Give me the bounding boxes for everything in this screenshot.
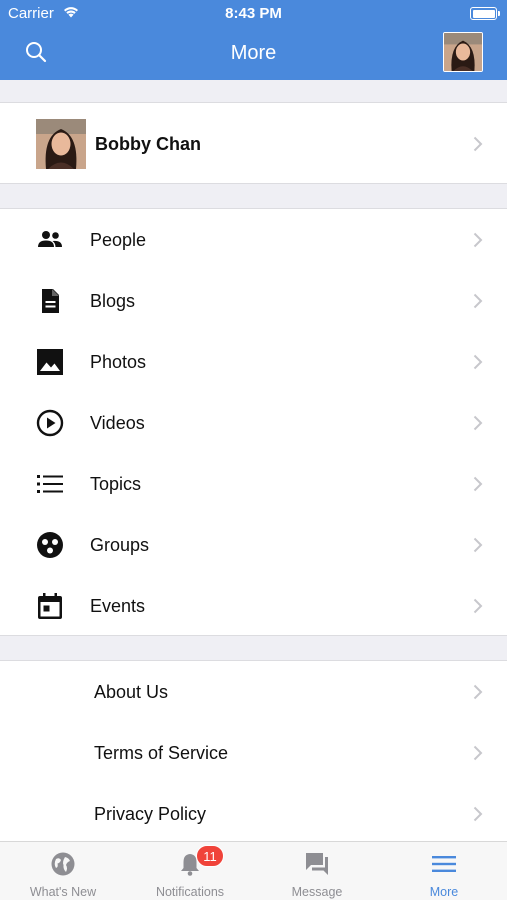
tab-label: Message	[291, 885, 343, 899]
tab-more[interactable]: More	[381, 842, 507, 900]
menu-icon	[432, 856, 456, 872]
tab-notifications[interactable]: 11 Notifications	[127, 842, 253, 900]
link-label: About Us	[94, 682, 169, 702]
menu-item-people[interactable]: People	[0, 209, 507, 270]
menu-item-photos[interactable]: Photos	[0, 331, 507, 392]
profile-name: Bobby Chan	[95, 134, 201, 154]
menu-item-label: Photos	[90, 352, 147, 372]
chat-icon	[306, 853, 328, 875]
nav-bar: More	[0, 28, 507, 80]
chevron-right-icon	[473, 598, 483, 614]
profile-avatar	[36, 119, 86, 169]
list-icon	[37, 475, 63, 493]
menu-item-label: Events	[90, 596, 146, 616]
image-icon	[37, 349, 63, 375]
link-privacy-policy[interactable]: Privacy Policy	[0, 783, 507, 844]
document-icon	[42, 289, 59, 313]
chevron-right-icon	[473, 136, 483, 152]
info-links: About Us Terms of Service Privacy Policy	[0, 660, 507, 841]
menu-item-label: Groups	[90, 535, 150, 555]
link-label: Terms of Service	[94, 743, 229, 763]
profile-avatar-image	[36, 119, 86, 169]
tab-label: Notifications	[155, 885, 225, 899]
menu-item-label: Blogs	[90, 291, 136, 311]
menu-item-events[interactable]: Events	[0, 575, 507, 636]
tab-label: More	[429, 885, 459, 899]
status-time: 8:43 PM	[225, 5, 282, 22]
page-title: More	[230, 42, 277, 64]
menu-item-topics[interactable]: Topics	[0, 453, 507, 514]
chevron-right-icon	[473, 415, 483, 431]
menu-list: People Blogs Photos Videos Topics Groups…	[0, 208, 507, 636]
menu-item-videos[interactable]: Videos	[0, 392, 507, 453]
menu-item-label: Topics	[90, 474, 142, 494]
people-icon	[38, 231, 62, 247]
link-label: Privacy Policy	[94, 804, 207, 824]
tab-bar: What's New 11 Notifications Message More	[0, 841, 507, 900]
tab-message[interactable]: Message	[254, 842, 380, 900]
notification-badge: 11	[196, 845, 224, 867]
tab-label: What's New	[29, 885, 97, 899]
chevron-right-icon	[473, 537, 483, 553]
menu-item-label: Videos	[90, 413, 145, 433]
status-bar: Carrier 8:43 PM	[0, 0, 507, 28]
play-circle-icon	[36, 409, 64, 437]
groups-icon	[37, 532, 63, 558]
menu-item-label: People	[90, 230, 147, 250]
tab-whats-new[interactable]: What's New	[0, 842, 126, 900]
avatar-image	[444, 33, 482, 71]
avatar[interactable]	[443, 32, 483, 72]
chevron-right-icon	[473, 684, 483, 700]
profile-row[interactable]: Bobby Chan	[0, 102, 507, 184]
top-bar: Carrier 8:43 PM More	[0, 0, 507, 80]
calendar-icon	[38, 593, 62, 619]
battery-icon	[470, 7, 500, 20]
chevron-right-icon	[473, 806, 483, 822]
chevron-right-icon	[473, 745, 483, 761]
link-about-us[interactable]: About Us	[0, 661, 507, 722]
menu-item-groups[interactable]: Groups	[0, 514, 507, 575]
chevron-right-icon	[473, 232, 483, 248]
menu-item-blogs[interactable]: Blogs	[0, 270, 507, 331]
chevron-right-icon	[473, 476, 483, 492]
globe-icon	[51, 852, 75, 876]
chevron-right-icon	[473, 293, 483, 309]
link-terms-of-service[interactable]: Terms of Service	[0, 722, 507, 783]
chevron-right-icon	[473, 354, 483, 370]
